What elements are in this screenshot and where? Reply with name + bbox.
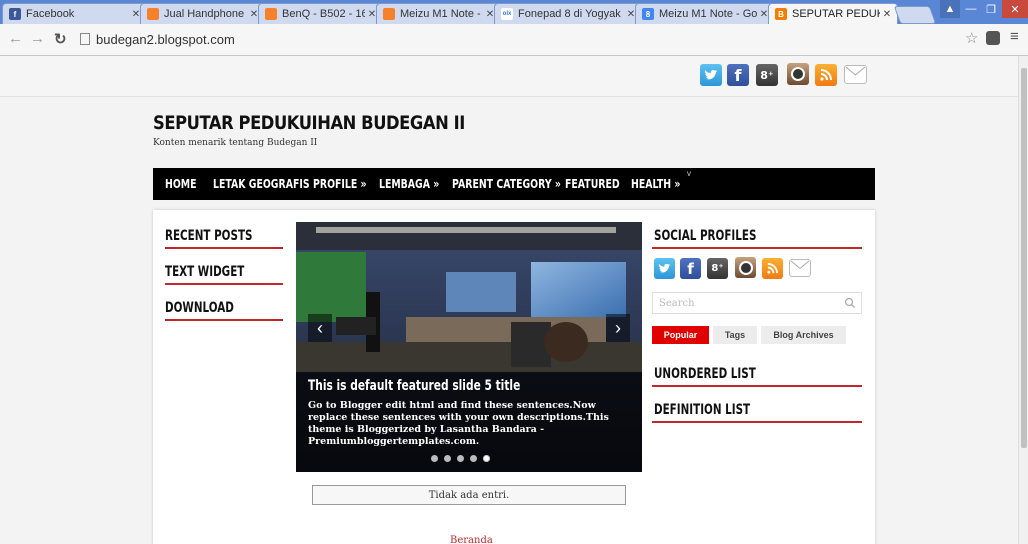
close-window-icon[interactable]: ✕ [1002,0,1028,18]
blog-title[interactable]: SEPUTAR PEDUKUIHAN BUDEGAN II [153,112,465,134]
menu-icon[interactable]: ≡ [1010,28,1019,45]
page-icon [80,33,90,45]
search-icon[interactable] [844,297,856,309]
back-icon[interactable]: ← [8,30,23,47]
search-input[interactable] [653,293,844,313]
widget-title-social-profiles: SOCIAL PROFILES [654,228,757,244]
tab-blog-archives[interactable]: Blog Archives [761,326,846,344]
widget-title-download: DOWNLOAD [165,300,234,316]
google-plus-icon[interactable]: 8⁺ [756,64,778,86]
widget-underline [165,283,283,285]
tab-title: Facebook [26,8,75,20]
olx-favicon-icon: olx [501,8,513,20]
reload-icon[interactable]: ↻ [54,30,67,48]
widget-title-recent-posts: RECENT POSTS [165,228,253,244]
slider-dot[interactable] [444,455,451,462]
home-link[interactable]: Beranda [450,535,493,544]
main-navigation: HOME LETAK GEOGRAFIS PROFILE » LEMBAGA »… [153,168,875,200]
widget-underline [165,247,283,249]
slide-title[interactable]: This is default featured slide 5 title [308,378,520,394]
slider-prev-icon[interactable]: ‹ [308,314,332,342]
widget-title-definition-list: DEFINITION LIST [654,402,751,418]
tab-popular[interactable]: Popular [652,326,709,344]
slide-description: Go to Blogger edit html and find these s… [308,400,609,447]
rss-icon[interactable] [815,64,837,86]
slider-dot[interactable] [457,455,464,462]
site-favicon-icon [383,8,395,20]
twitter-icon[interactable] [700,64,722,86]
bookmark-star-icon[interactable]: ☆ [965,29,978,47]
slider-dot[interactable] [470,455,477,462]
nav-item-home[interactable]: HOME [165,177,197,191]
browser-toolbar: ← → ↻ budegan2.blogspot.com ☆ ≡ [0,24,1028,56]
nav-item-profile[interactable]: PROFILE » [313,177,367,191]
browser-tab[interactable]: Jual Handphone & Ta ✕ [140,3,265,24]
search-box [652,292,862,314]
browser-tab[interactable]: BenQ - B502 - 16Gb ✕ [258,3,383,24]
tab-title: BenQ - B502 - 16Gb [282,8,365,20]
featured-slider[interactable]: ‹ › This is default featured slide 5 tit… [296,222,642,472]
facebook-favicon-icon: f [9,8,21,20]
close-tab-icon[interactable]: ✕ [880,9,894,20]
maximize-icon[interactable]: ❐ [981,0,1001,18]
profile-icon[interactable]: ▲ [940,0,960,18]
page-scrollbar[interactable] [1018,56,1028,544]
tab-title: Fonepad 8 di Yogyak [518,8,621,20]
nav-marker: v [687,169,691,178]
tab-title: Jual Handphone & Ta [164,8,247,20]
twitter-icon[interactable] [654,258,675,279]
nav-item-lembaga[interactable]: LEMBAGA » [379,177,439,191]
tab-tags[interactable]: Tags [713,326,757,344]
google-favicon-icon: 8 [642,8,654,20]
widget-title-unordered-list: UNORDERED LIST [654,366,756,382]
widget-title-text-widget: TEXT WIDGET [165,264,245,280]
top-social-bar: f 8⁺ [0,56,1018,97]
nav-item-featured[interactable]: FEATURED [565,177,620,191]
widget-underline [165,319,283,321]
widget-underline [652,385,862,387]
minimize-icon[interactable]: — [961,0,981,18]
mail-icon[interactable] [844,65,867,84]
url-text: budegan2.blogspot.com [96,31,235,47]
mail-icon[interactable] [789,259,811,277]
browser-tab[interactable]: olx Fonepad 8 di Yogyak ✕ [494,3,642,24]
tab-title: Meizu M1 Note - 16( [400,8,483,20]
google-plus-icon[interactable]: 8⁺ [707,258,728,279]
forward-icon[interactable]: → [30,30,45,47]
browser-tab[interactable]: 8 Meizu M1 Note - Goo ✕ [635,3,775,24]
site-favicon-icon [265,8,277,20]
browser-tab[interactable]: f Facebook ✕ [2,3,147,24]
blogger-favicon-icon: B [775,8,787,20]
content-area: RECENT POSTS TEXT WIDGET DOWNLOAD ‹ › Th… [153,210,875,544]
facebook-icon[interactable]: f [727,64,749,86]
browser-tab[interactable]: Meizu M1 Note - 16( ✕ [376,3,501,24]
browser-tabstrip: f Facebook ✕ Jual Handphone & Ta ✕ BenQ … [0,0,1028,24]
web-page: f 8⁺ SEPUTAR PEDUKUIHAN BUDEGAN II Konte… [0,56,1018,544]
tab-title: Meizu M1 Note - Goo [659,8,757,20]
rss-icon[interactable] [762,258,783,279]
slider-next-icon[interactable]: › [606,314,630,342]
nav-item-health[interactable]: HEALTH » [631,177,680,191]
instagram-icon[interactable] [787,63,809,85]
address-bar[interactable]: budegan2.blogspot.com [80,28,990,50]
scrollbar-thumb[interactable] [1021,68,1027,448]
tab-title: SEPUTAR PEDUKUIHA [792,8,880,20]
widget-underline [652,247,862,249]
browser-tab-active[interactable]: B SEPUTAR PEDUKUIHA ✕ [768,3,898,24]
facebook-icon[interactable]: f [680,258,701,279]
slider-pagination [431,455,490,462]
widget-underline [652,421,862,423]
slider-dot[interactable] [431,455,438,462]
instagram-icon[interactable] [735,257,756,278]
blog-description: Konten menarik tentang Budegan II [153,138,318,148]
extension-icon[interactable] [986,31,1000,45]
nav-item-parent-category[interactable]: PARENT CATEGORY » [452,177,561,191]
site-favicon-icon [147,8,159,20]
no-entries-message: Tidak ada entri. [312,485,626,505]
slider-dot[interactable] [483,455,490,462]
new-tab-button[interactable] [893,6,937,24]
nav-item-letak-geografis[interactable]: LETAK GEOGRAFIS [213,177,310,191]
